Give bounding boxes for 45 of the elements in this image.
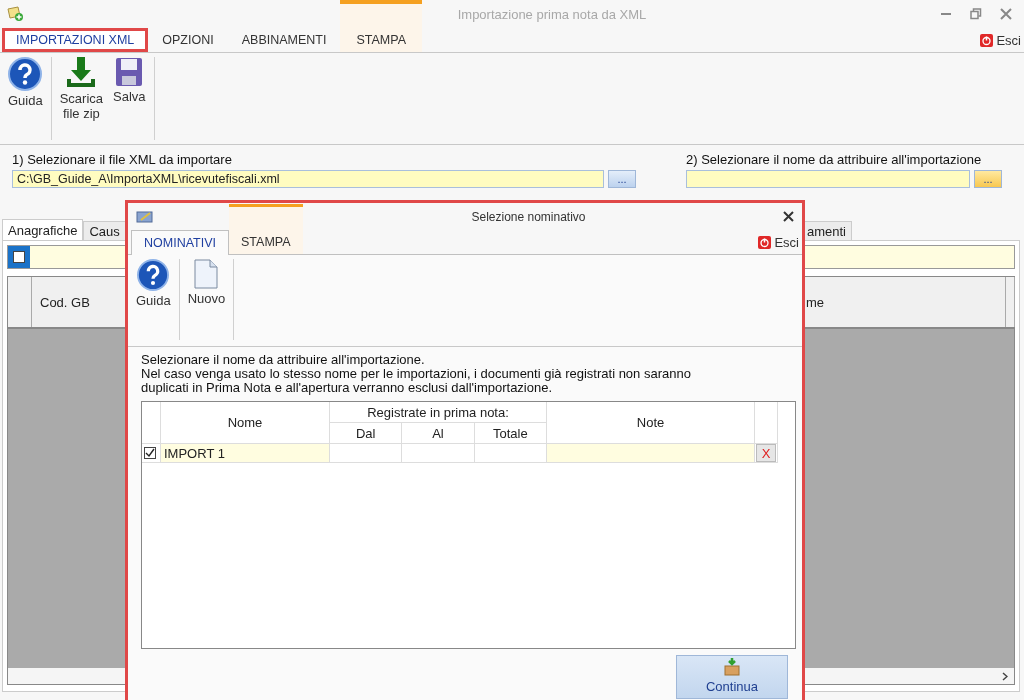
file-path-field[interactable]: C:\GB_Guide_A\ImportaXML\ricevutefiscali.xml (12, 170, 604, 188)
name-field[interactable] (686, 170, 970, 188)
exit-button[interactable]: Esci (758, 230, 802, 254)
browse-button[interactable]: ... (608, 170, 636, 188)
dialog-title: Selezione nominativo (470, 209, 587, 224)
ribbon-tab[interactable]: STAMPA (340, 0, 422, 52)
column-header: Nome (160, 402, 330, 444)
delete-button[interactable]: X (756, 444, 776, 462)
ribbon-tab[interactable]: ABBINAMENTI (227, 28, 341, 52)
window-title: Importazione prima nota da XML (456, 6, 648, 22)
help-icon (8, 57, 43, 91)
ribbon-tab[interactable]: OPZIONI (148, 28, 228, 52)
scroll-right-icon[interactable] (1002, 671, 1008, 681)
save-icon (115, 57, 144, 87)
field-label: 1) Selezionare il file XML da importare (12, 152, 233, 167)
power-icon (758, 235, 772, 249)
document-icon (194, 259, 219, 289)
field-label: 2) Selezionare il nome da attribuire all'importazione (686, 152, 983, 167)
instruction-text: Selezionare il nome da attribuire all'importazione. (141, 353, 426, 367)
download-icon (66, 57, 97, 89)
box-icon (724, 658, 740, 676)
checkbox[interactable] (144, 447, 156, 459)
close-icon[interactable] (783, 211, 794, 222)
help-icon (137, 259, 170, 291)
instruction-text: Nel caso venga usato lo stesso nome per le importazioni, i documenti già registrati non saranno duplicati in Prima Nota e all'apertura verranno esclusi dall'importazione. (141, 367, 692, 395)
app-icon (136, 209, 154, 224)
column-group-header: Registrate in prima nota: (329, 402, 547, 423)
exit-label: Esci (774, 234, 799, 250)
exit-button[interactable]: Esci (980, 28, 1024, 52)
power-icon (980, 33, 994, 47)
data-tab[interactable]: Caus (83, 221, 126, 240)
column-header: Note (546, 402, 755, 444)
app-icon (6, 6, 24, 22)
checkbox[interactable] (13, 251, 25, 263)
toolbar-button[interactable]: Scarica file zip (57, 57, 106, 121)
ribbon-tab[interactable]: IMPORTAZIONI XML (2, 28, 149, 52)
restore-icon[interactable] (970, 8, 982, 20)
ribbon-tab[interactable]: STAMPA (229, 204, 303, 254)
exit-label: Esci (996, 32, 1021, 48)
ribbon-tab[interactable]: NOMINATIVI (131, 230, 229, 255)
continue-button[interactable]: Continua (676, 655, 788, 699)
browse-button[interactable]: ... (974, 170, 1002, 188)
toolbar-button[interactable]: Guida (6, 57, 45, 108)
data-tab[interactable]: Anagrafiche (2, 219, 84, 240)
toolbar-button[interactable]: Salva (111, 57, 148, 104)
